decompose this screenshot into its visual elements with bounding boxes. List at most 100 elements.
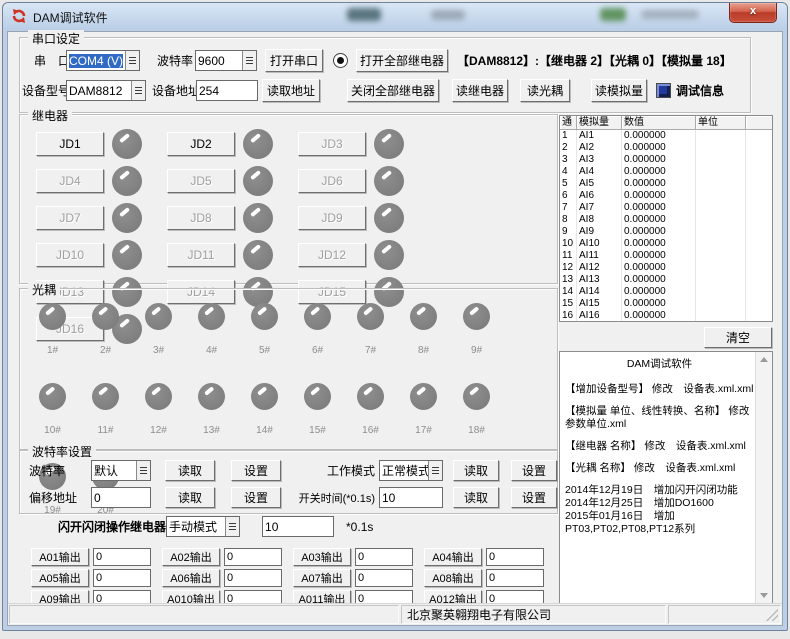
table-row[interactable]: 3 AI3 0.000000 xyxy=(560,154,772,166)
table-row[interactable]: 7 AI7 0.000000 xyxy=(560,202,772,214)
dropdown-button[interactable] xyxy=(225,517,239,536)
switchtime-field[interactable] xyxy=(379,487,443,508)
output-button[interactable]: A04输出 xyxy=(424,548,482,566)
workmode-combobox[interactable]: 正常模式 xyxy=(379,460,443,481)
table-row[interactable]: 16 AI16 0.000000 xyxy=(560,310,772,322)
workmode-read-button[interactable]: 读取 xyxy=(453,460,499,481)
open-port-button[interactable]: 打开串口 xyxy=(265,49,323,72)
table-row[interactable]: 6 AI6 0.000000 xyxy=(560,190,772,202)
col-header-unit[interactable]: 单位 xyxy=(696,116,746,130)
col-header-channel[interactable]: 通 xyxy=(560,116,577,130)
table-row[interactable]: 15 AI15 0.000000 xyxy=(560,298,772,310)
output-input[interactable] xyxy=(487,549,543,565)
baud-read-button[interactable]: 读取 xyxy=(165,460,215,481)
read-address-button[interactable]: 读取地址 xyxy=(262,79,320,102)
output-button[interactable]: A06输出 xyxy=(162,569,220,587)
relay-button[interactable]: JD11 xyxy=(167,243,235,267)
relay-button[interactable]: JD3 xyxy=(298,132,366,156)
baud-set-button[interactable]: 设置 xyxy=(231,460,281,481)
col-header-extra[interactable] xyxy=(746,116,772,130)
relay-button[interactable]: JD1 xyxy=(36,132,104,156)
port-combobox[interactable]: COM4 (V) xyxy=(66,50,140,71)
flash-mode-combobox[interactable]: 手动模式 xyxy=(166,516,240,537)
scroll-up-button[interactable] xyxy=(756,352,771,367)
output-button[interactable]: A05输出 xyxy=(31,569,89,587)
scroll-down-button[interactable] xyxy=(756,588,771,603)
output-field[interactable] xyxy=(224,548,282,566)
output-field[interactable] xyxy=(93,548,151,566)
close-button[interactable]: x xyxy=(729,3,777,23)
output-button[interactable]: A01输出 xyxy=(31,548,89,566)
baud-setting-combobox[interactable]: 默认 xyxy=(91,460,151,481)
log-scrollbar[interactable] xyxy=(755,352,772,603)
switchtime-set-button[interactable]: 设置 xyxy=(511,487,557,508)
resize-grip-icon[interactable] xyxy=(766,609,778,621)
switchtime-read-button[interactable]: 读取 xyxy=(453,487,499,508)
output-field[interactable] xyxy=(355,548,413,566)
model-combobox[interactable]: DAM8812 xyxy=(66,80,146,101)
relay-button[interactable]: JD10 xyxy=(36,243,104,267)
output-button[interactable]: A08输出 xyxy=(424,569,482,587)
table-row[interactable]: 12 AI12 0.000000 xyxy=(560,262,772,274)
relay-button[interactable]: JD9 xyxy=(298,206,366,230)
output-input[interactable] xyxy=(356,549,412,565)
address-field[interactable] xyxy=(196,80,258,101)
offset-read-button[interactable]: 读取 xyxy=(165,487,215,508)
output-input[interactable] xyxy=(94,570,150,586)
output-input[interactable] xyxy=(356,570,412,586)
dropdown-button[interactable] xyxy=(242,51,256,70)
offset-input[interactable] xyxy=(92,488,150,507)
workmode-set-button[interactable]: 设置 xyxy=(511,460,557,481)
clear-button[interactable]: 清空 xyxy=(704,327,772,348)
relay-button[interactable]: JD4 xyxy=(36,169,104,193)
table-row[interactable]: 14 AI14 0.000000 xyxy=(560,286,772,298)
col-header-name[interactable]: 模拟量 xyxy=(577,116,622,130)
relay-button[interactable]: JD6 xyxy=(298,169,366,193)
dropdown-button[interactable] xyxy=(428,461,442,480)
relay-button[interactable]: JD7 xyxy=(36,206,104,230)
baud-combobox[interactable]: 9600 xyxy=(195,50,257,71)
flash-time-input[interactable] xyxy=(263,517,333,536)
output-field[interactable] xyxy=(224,569,282,587)
output-button[interactable]: A02输出 xyxy=(162,548,220,566)
port-status-radio[interactable] xyxy=(333,53,348,68)
output-field[interactable] xyxy=(486,548,544,566)
table-row[interactable]: 4 AI4 0.000000 xyxy=(560,166,772,178)
switchtime-input[interactable] xyxy=(380,488,442,507)
output-input[interactable] xyxy=(487,570,543,586)
offset-field[interactable] xyxy=(91,487,151,508)
output-field[interactable] xyxy=(355,569,413,587)
output-input[interactable] xyxy=(225,570,281,586)
output-button[interactable]: A03输出 xyxy=(293,548,351,566)
table-row[interactable]: 9 AI9 0.000000 xyxy=(560,226,772,238)
address-input[interactable] xyxy=(197,81,257,100)
table-row[interactable]: 1 AI1 0.000000 xyxy=(560,130,772,142)
output-input[interactable] xyxy=(225,549,281,565)
relay-button[interactable]: JD8 xyxy=(167,206,235,230)
relay-button[interactable]: JD12 xyxy=(298,243,366,267)
table-row[interactable]: 13 AI13 0.000000 xyxy=(560,274,772,286)
table-row[interactable]: 2 AI2 0.000000 xyxy=(560,142,772,154)
col-header-value[interactable]: 数值 xyxy=(622,116,696,130)
table-row[interactable]: 8 AI8 0.000000 xyxy=(560,214,772,226)
read-analog-button[interactable]: 读模拟量 xyxy=(591,79,647,102)
output-field[interactable] xyxy=(486,569,544,587)
relay-button[interactable]: JD2 xyxy=(167,132,235,156)
dropdown-button[interactable] xyxy=(125,51,139,70)
offset-set-button[interactable]: 设置 xyxy=(231,487,281,508)
read-relay-button[interactable]: 读继电器 xyxy=(452,79,508,102)
title-bar[interactable]: DAM调试软件 x xyxy=(3,3,787,30)
output-field[interactable] xyxy=(93,569,151,587)
table-row[interactable]: 11 AI11 0.000000 xyxy=(560,250,772,262)
log-panel[interactable]: DAM调试软件 【增加设备型号】 修改 设备表.xml.xml【模拟量 单位、线… xyxy=(559,351,773,604)
table-row[interactable]: 10 AI10 0.000000 xyxy=(560,238,772,250)
output-input[interactable] xyxy=(94,549,150,565)
dropdown-button[interactable] xyxy=(131,81,145,100)
read-opto-button[interactable]: 读光耦 xyxy=(520,79,570,102)
table-row[interactable]: 5 AI5 0.000000 xyxy=(560,178,772,190)
dropdown-button[interactable] xyxy=(136,461,150,480)
close-all-relays-button[interactable]: 关闭全部继电器 xyxy=(347,79,439,102)
output-button[interactable]: A07输出 xyxy=(293,569,351,587)
relay-button[interactable]: JD5 xyxy=(167,169,235,193)
open-all-relays-button[interactable]: 打开全部继电器 xyxy=(356,49,448,72)
